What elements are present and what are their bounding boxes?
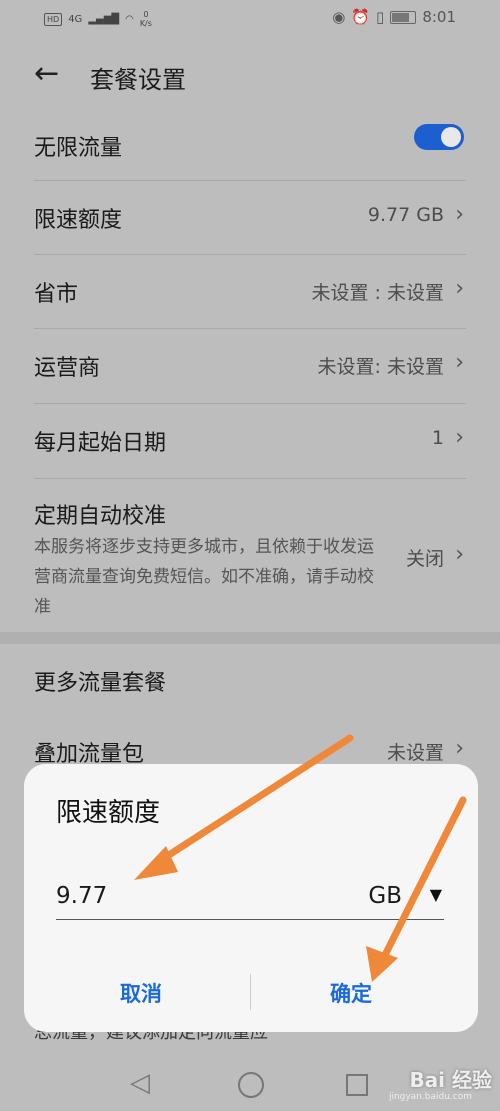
watermark-logo: Bai 经验 bbox=[409, 1068, 492, 1092]
button-divider bbox=[250, 974, 251, 1010]
nav-home-icon[interactable] bbox=[238, 1072, 264, 1098]
row-label: 每月起始日期 bbox=[34, 431, 167, 456]
nav-bar: ◁ Bai 经验 jingyan.baidu.com bbox=[0, 1058, 500, 1111]
network-type: 4G bbox=[68, 13, 83, 25]
chevron-right-icon: › bbox=[455, 542, 464, 567]
net-speed: 0 K/s bbox=[140, 10, 152, 28]
status-right: ◉ ⏰ ▯ 8:01 bbox=[332, 8, 456, 26]
row-label: 运营商 bbox=[34, 356, 101, 381]
row-value: 关闭 bbox=[405, 548, 444, 570]
unit-select[interactable]: GB bbox=[368, 883, 402, 909]
row-label: 限速额度 bbox=[34, 208, 123, 233]
alarm-icon: ⏰ bbox=[351, 8, 371, 26]
row-value: 未设置 : 未设置 bbox=[311, 282, 444, 304]
clock: 8:01 bbox=[422, 8, 456, 26]
net-speed-unit: K/s bbox=[139, 19, 152, 28]
row-unlimited[interactable]: 无限流量 bbox=[34, 114, 466, 181]
net-speed-value: 0 bbox=[143, 10, 149, 19]
row-label: 无限流量 bbox=[34, 136, 123, 161]
quota-input-value[interactable]: 9.77 bbox=[56, 883, 107, 909]
row-province[interactable]: 省市 未设置 : 未设置 › bbox=[34, 254, 466, 329]
row-value: 1 bbox=[431, 427, 444, 449]
row-value: 未设置 bbox=[386, 742, 444, 764]
eye-icon: ◉ bbox=[332, 8, 346, 26]
unlimited-toggle[interactable] bbox=[414, 124, 464, 150]
wifi-icon: ◠ bbox=[125, 13, 134, 25]
watermark-site: jingyan.baidu.com bbox=[388, 1092, 472, 1102]
cancel-button[interactable]: 取消 bbox=[120, 978, 162, 1008]
chevron-right-icon: › bbox=[455, 736, 464, 761]
nav-back-icon[interactable]: ◁ bbox=[130, 1068, 150, 1098]
row-speed-limit[interactable]: 限速额度 9.77 GB › bbox=[34, 180, 466, 255]
status-bar: HD 4G ▂▄▆█ ◠ 0 K/s ◉ ⏰ ▯ 8:01 bbox=[0, 0, 500, 36]
speed-limit-dialog: 限速额度 9.77 GB ▼ 取消 确定 bbox=[24, 764, 478, 1032]
chevron-right-icon: › bbox=[455, 425, 464, 450]
page-title: 套餐设置 bbox=[90, 66, 186, 94]
battery-icon bbox=[390, 10, 417, 24]
row-label: 省市 bbox=[34, 282, 79, 307]
row-value: 9.77 GB bbox=[367, 204, 444, 226]
row-description: 本服务将逐步支持更多城市，且依赖于收发运营商流量查询免费短信。如不准确，请手动校… bbox=[34, 537, 374, 617]
row-carrier[interactable]: 运营商 未设置: 未设置 › bbox=[34, 328, 466, 404]
app-header: ← 套餐设置 bbox=[0, 50, 500, 100]
back-arrow-icon[interactable]: ← bbox=[34, 56, 59, 91]
row-start-day[interactable]: 每月起始日期 1 › bbox=[34, 403, 466, 479]
dropdown-arrow-icon[interactable]: ▼ bbox=[430, 885, 442, 904]
chevron-right-icon: › bbox=[455, 350, 464, 375]
confirm-button[interactable]: 确定 bbox=[330, 978, 372, 1008]
hd-badge: HD bbox=[44, 12, 63, 26]
vibrate-icon: ▯ bbox=[376, 8, 385, 26]
chevron-right-icon: › bbox=[455, 202, 464, 227]
section-title: 更多流量套餐 bbox=[34, 671, 167, 696]
row-label: 定期自动校准 bbox=[34, 504, 167, 529]
row-value: 未设置: 未设置 bbox=[317, 356, 444, 378]
signal-icon: ▂▄▆█ bbox=[88, 13, 120, 25]
row-auto-calibrate[interactable]: 定期自动校准 本服务将逐步支持更多城市，且依赖于收发运营商流量查询免费短信。如不… bbox=[34, 478, 466, 632]
chevron-right-icon: › bbox=[455, 276, 464, 301]
section-divider bbox=[0, 632, 500, 644]
quota-input[interactable]: 9.77 GB ▼ bbox=[56, 879, 444, 920]
dialog-title: 限速额度 bbox=[56, 798, 161, 828]
status-left: HD 4G ▂▄▆█ ◠ 0 K/s bbox=[44, 10, 152, 28]
nav-recent-icon[interactable] bbox=[346, 1074, 368, 1096]
toggle-knob bbox=[441, 127, 461, 147]
